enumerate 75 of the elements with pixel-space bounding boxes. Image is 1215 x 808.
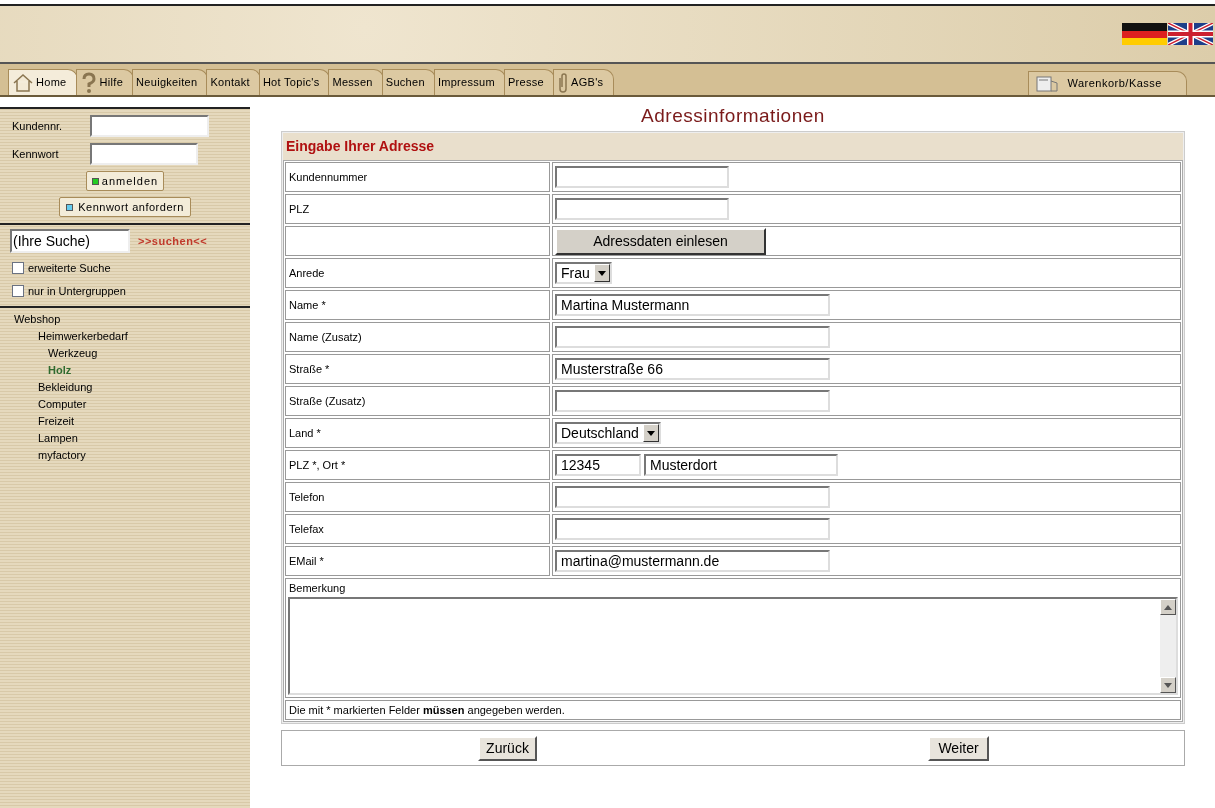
category-link[interactable]: Computer xyxy=(0,396,250,413)
field-label: PLZ *, Ort * xyxy=(285,450,550,480)
scrollbar[interactable] xyxy=(1160,599,1176,693)
field-label: Kennwort xyxy=(11,146,60,162)
text-field[interactable] xyxy=(555,198,729,220)
category-link[interactable]: Webshop xyxy=(0,311,250,328)
german-flag-icon[interactable] xyxy=(1122,23,1167,45)
city-field[interactable]: Musterdort xyxy=(644,454,838,476)
nav-tab[interactable]: Presse xyxy=(504,69,556,95)
nav-tab[interactable]: Messen xyxy=(328,69,384,95)
text-field[interactable]: martina@mustermann.de xyxy=(555,550,830,572)
request-password-button[interactable]: Kennwort anfordern xyxy=(59,197,191,217)
nav-tab[interactable]: Impressum xyxy=(433,69,506,95)
nav-tab[interactable]: Suchen xyxy=(381,69,436,95)
house-icon xyxy=(12,72,34,93)
category-link[interactable]: myfactory xyxy=(0,447,250,464)
field-label: EMail * xyxy=(285,546,550,576)
british-flag-icon[interactable] xyxy=(1168,23,1213,45)
next-button[interactable]: Weiter xyxy=(928,735,989,761)
field-label: Kundennr. xyxy=(11,118,64,134)
scroll-down-icon[interactable] xyxy=(1164,682,1172,688)
square-icon xyxy=(91,177,99,185)
postal-code-field[interactable]: 12345 xyxy=(555,454,641,476)
dropdown[interactable]: Deutschland xyxy=(555,422,661,444)
field-label: Bemerkung xyxy=(288,581,347,596)
checkbox-label: nur in Untergruppen xyxy=(28,283,126,299)
scroll-up-icon[interactable] xyxy=(1164,604,1172,610)
password-field[interactable] xyxy=(90,143,198,165)
required-note: Die mit * markierten Felder müssen angegeben werden. xyxy=(285,700,1181,720)
text-field[interactable]: Martina Mustermann xyxy=(555,294,830,316)
field-label: PLZ xyxy=(285,194,550,224)
search-field[interactable]: (Ihre Suche) xyxy=(10,229,130,253)
field-label: Telefax xyxy=(285,514,550,544)
cash-register-icon xyxy=(1035,74,1060,93)
remark-textarea[interactable] xyxy=(288,597,1178,695)
checkbox[interactable] xyxy=(12,284,24,297)
category-link[interactable]: Heimwerkerbedarf xyxy=(0,328,250,345)
checkbox[interactable] xyxy=(12,262,24,275)
field-label: Anrede xyxy=(285,258,550,288)
page-title: Adressinformationen xyxy=(640,105,826,127)
back-button[interactable]: Zurück xyxy=(478,735,537,761)
nav-tab[interactable]: Neuigkeiten xyxy=(132,69,209,95)
nav-tab[interactable]: Home xyxy=(8,69,78,95)
text-field[interactable] xyxy=(555,486,830,508)
field-label: Name (Zusatz) xyxy=(285,322,550,352)
paperclip-icon xyxy=(557,71,570,94)
text-field[interactable] xyxy=(555,518,830,540)
text-field[interactable]: Musterstraße 66 xyxy=(555,358,830,380)
category-link[interactable]: Freizeit xyxy=(0,413,250,430)
nav-tab[interactable]: Kontakt xyxy=(206,69,261,95)
nav-tab[interactable]: Hilfe xyxy=(75,69,135,95)
read-address-button[interactable]: Adressdaten einlesen xyxy=(555,227,766,255)
text-field[interactable] xyxy=(555,326,830,348)
category-link[interactable]: Werkzeug xyxy=(0,345,250,362)
dropdown[interactable]: Frau xyxy=(555,262,612,284)
text-field[interactable] xyxy=(555,166,729,188)
field-label: Name * xyxy=(285,290,550,320)
field-label: Straße (Zusatz) xyxy=(285,386,550,416)
checkbox-label: erweiterte Suche xyxy=(28,261,111,276)
square-icon xyxy=(66,203,74,211)
cart-tab[interactable]: Warenkorb/Kasse xyxy=(1028,71,1187,95)
nav-tab[interactable]: Hot Topic's xyxy=(258,69,331,95)
field-label: Land * xyxy=(285,418,550,448)
field-label: Straße * xyxy=(285,354,550,384)
category-link[interactable]: Lampen xyxy=(0,430,250,447)
form-heading: Eingabe Ihrer Adresse xyxy=(283,133,1183,160)
category-link[interactable]: Bekleidung xyxy=(0,379,250,396)
field-label: Kundennummer xyxy=(285,162,550,192)
text-field[interactable] xyxy=(555,390,830,412)
search-link[interactable]: >>suchen<< xyxy=(138,232,208,250)
nav-tab[interactable]: AGB's xyxy=(553,69,615,95)
field-label: Telefon xyxy=(285,482,550,512)
login-button[interactable]: anmelden xyxy=(85,171,165,191)
category-link[interactable]: Holz xyxy=(0,362,250,379)
customer-number-field[interactable] xyxy=(90,115,209,137)
